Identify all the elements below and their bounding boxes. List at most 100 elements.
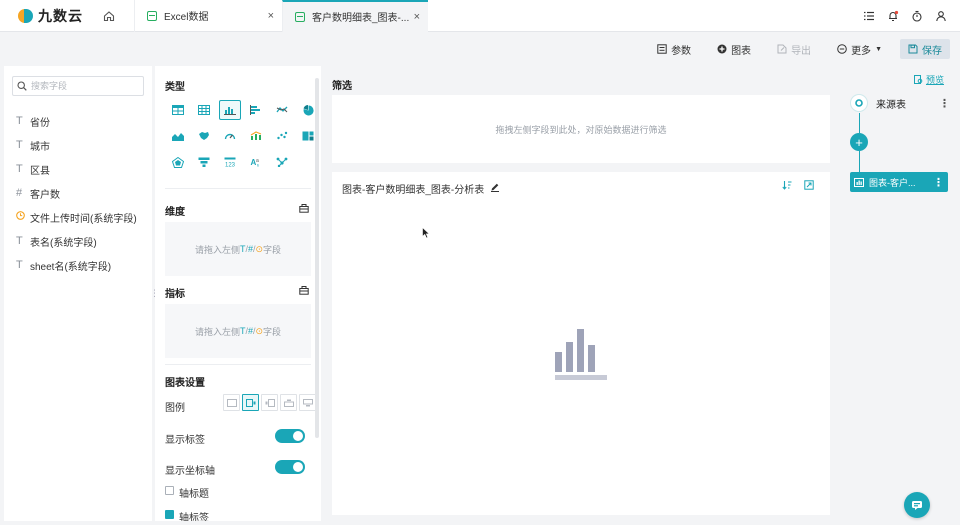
add-step-button[interactable]: + <box>850 133 868 151</box>
add-chart-icon <box>717 44 727 54</box>
node-menu-icon[interactable]: ⋮ <box>939 97 950 110</box>
chart-step-node[interactable]: 图表-客户... ⋮ <box>850 172 948 192</box>
dropzone-hint: 字段 <box>263 326 282 337</box>
field-item-upload-time[interactable]: 文件上传时间(系统字段) <box>16 205 137 229</box>
dimension-dropzone[interactable]: 请拖入左侧 T / # / ⊙ 字段 <box>165 222 311 276</box>
export-icon <box>777 44 787 54</box>
legend-right-icon[interactable] <box>242 394 259 411</box>
field-item-sheet-name[interactable]: Tsheet名(系统字段) <box>16 253 137 277</box>
config-scrollbar[interactable] <box>315 78 319 438</box>
map-chart-icon[interactable] <box>193 126 215 146</box>
axis-title-checkbox[interactable] <box>165 486 174 495</box>
area-chart-icon[interactable] <box>167 126 189 146</box>
legend-label: 图例 <box>165 403 185 414</box>
chart-title-row: 图表-客户数明细表_图表-分析表 <box>342 181 500 196</box>
word-cloud-icon[interactable]: Aab <box>245 152 267 172</box>
mouse-cursor <box>422 226 431 242</box>
user-icon[interactable] <box>934 9 948 23</box>
legend-bottom-icon[interactable] <box>299 394 316 411</box>
dropzone-hint: 请拖入左侧 <box>194 326 240 337</box>
flow-connector <box>859 113 860 133</box>
field-item-district[interactable]: T 区县 <box>16 157 137 181</box>
svg-text:b: b <box>257 163 260 168</box>
customer-service-button[interactable] <box>904 492 930 518</box>
home-icon[interactable] <box>98 5 120 27</box>
gauge-chart-icon[interactable] <box>219 126 241 146</box>
horizontal-bar-icon[interactable] <box>245 100 267 120</box>
text-type-icon: T <box>16 259 23 271</box>
source-table-node[interactable]: 来源表 ⋮ <box>850 93 950 113</box>
field-label: 文件上传时间(系统字段) <box>30 213 137 225</box>
more-button[interactable]: 更多 ▼ <box>837 39 882 59</box>
show-axis-label: 显示坐标轴 <box>165 466 215 477</box>
export-label: 导出 <box>791 45 812 57</box>
logo-text: 九数云 <box>38 7 83 24</box>
field-label: 城市 <box>30 141 50 153</box>
edit-title-icon[interactable] <box>490 182 500 195</box>
field-search[interactable] <box>12 76 144 96</box>
legend-none-icon[interactable] <box>223 394 240 411</box>
legend-left-icon[interactable] <box>261 394 278 411</box>
more-icon <box>837 44 847 54</box>
field-item-city[interactable]: T 城市 <box>16 133 137 157</box>
tab-excel-data[interactable]: Excel数据 × <box>134 0 282 32</box>
cross-table-icon[interactable] <box>193 100 215 120</box>
timer-icon[interactable] <box>910 9 924 23</box>
source-node-icon <box>850 94 868 112</box>
tab-customer-chart[interactable]: 客户数明细表_图表-... × <box>282 0 428 32</box>
table-chart-icon[interactable] <box>167 100 189 120</box>
search-icon <box>17 81 27 91</box>
field-panel: T省份 T城市 T区县 #客户数 文件上传时间(系统字段) T表名(系统字段) … <box>4 66 152 521</box>
filter-dropzone[interactable]: 拖拽左侧字段到此处，对原始数据进行筛选 <box>332 95 830 163</box>
notification-icon[interactable] <box>886 9 900 23</box>
field-list: T 省份 T 城市 T 区县 # 客户数 文件上传时间(系统字段) T 表名(系统字段) … <box>16 109 137 277</box>
export-button[interactable]: 导出 <box>777 39 811 59</box>
app-logo[interactable]: 九数云 <box>18 6 92 26</box>
field-label: sheet名(系统字段) <box>30 261 112 273</box>
task-list-icon[interactable] <box>862 9 876 23</box>
tab-close-icon[interactable]: × <box>414 11 420 23</box>
text-type-icon: T <box>16 115 23 127</box>
field-label: 客户数 <box>30 189 60 201</box>
metric-settings-icon[interactable] <box>299 285 309 295</box>
field-item-customer-count[interactable]: # 客户数 <box>16 181 137 205</box>
flow-panel: 预览 来源表 ⋮ + 图表-客户... ⋮ <box>842 66 956 521</box>
kpi-card-icon[interactable]: 123 <box>219 152 241 172</box>
fullscreen-icon[interactable] <box>804 180 814 193</box>
chart-type-grid: 123 Aab <box>167 100 314 172</box>
dimension-settings-icon[interactable] <box>299 203 309 213</box>
save-icon <box>908 44 918 54</box>
axis-label-checkbox[interactable] <box>165 510 174 519</box>
preview-link[interactable]: 预览 <box>913 73 944 86</box>
sheet-icon <box>295 11 305 22</box>
dropzone-hint: ⊙ <box>255 325 264 336</box>
chart-button[interactable]: 图表 <box>717 39 751 59</box>
metric-dropzone[interactable]: 请拖入左侧 T / # / ⊙ 字段 <box>165 304 311 358</box>
chart-node-label: 图表-客户... <box>869 177 916 188</box>
combo-chart-icon[interactable] <box>245 126 267 146</box>
scatter-chart-icon[interactable] <box>271 126 293 146</box>
bar-chart-icon[interactable] <box>219 100 241 120</box>
params-label: 参数 <box>671 45 692 57</box>
tab-close-icon[interactable]: × <box>268 10 274 22</box>
relation-chart-icon[interactable] <box>271 152 293 172</box>
line-chart-icon[interactable] <box>271 100 293 120</box>
legend-top-icon[interactable] <box>280 394 297 411</box>
search-input[interactable] <box>31 81 131 91</box>
sort-icon[interactable] <box>782 180 792 193</box>
funnel-chart-icon[interactable] <box>193 152 215 172</box>
node-menu-icon[interactable]: ⋮ <box>933 176 944 189</box>
preview-label: 预览 <box>925 75 944 85</box>
type-title: 类型 <box>165 82 185 93</box>
params-button[interactable]: 参数 <box>657 39 691 59</box>
show-labels-toggle[interactable] <box>275 429 305 443</box>
legend-position-group <box>223 394 316 411</box>
number-type-icon: # <box>16 187 23 199</box>
field-item-table-name[interactable]: T 表名(系统字段) <box>16 229 137 253</box>
field-item-province[interactable]: T 省份 <box>16 109 137 133</box>
field-label: 区县 <box>30 165 50 177</box>
chart-title: 图表-客户数明细表_图表-分析表 <box>342 185 485 196</box>
save-button[interactable]: 保存 <box>900 39 950 59</box>
radar-chart-icon[interactable] <box>167 152 189 172</box>
show-axis-toggle[interactable] <box>275 460 305 474</box>
